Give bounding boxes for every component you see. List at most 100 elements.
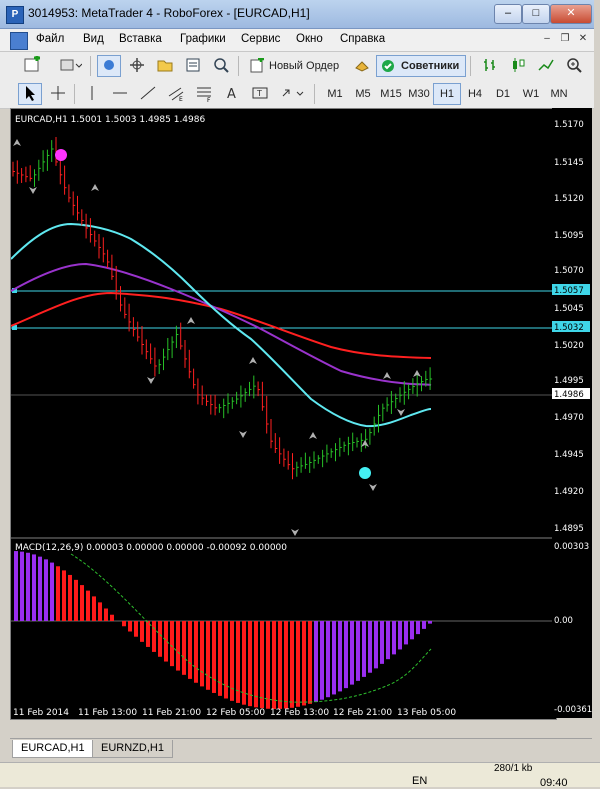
new-order-button[interactable]: Новый Ордер [246,55,348,77]
menu-window[interactable]: Окно [296,33,323,45]
menu-charts[interactable]: Графики [180,33,226,45]
mdi-close-icon[interactable]: ✕ [576,32,590,46]
menu-help[interactable]: Справка [340,33,385,45]
expert-advisors-button[interactable]: Советники [376,55,466,77]
vertical-line-icon[interactable] [80,83,104,105]
price-label: 1.5145 [554,158,584,168]
timeframe-m5[interactable]: M5 [348,83,378,105]
signal-dot-sell[interactable] [55,149,67,161]
timeframe-m1[interactable]: M1 [320,83,350,105]
navigator-folder-icon[interactable] [153,55,177,77]
bar-chart-icon[interactable] [478,55,502,77]
mdi-minimize-icon[interactable]: – [540,32,554,46]
fibonacci-icon[interactable]: F [192,83,216,105]
hline-upper-label: 1.5057 [554,286,584,296]
market-watch-button[interactable] [97,55,121,77]
strategy-tester-icon[interactable] [209,55,233,77]
crosshair-nav-icon[interactable] [125,55,149,77]
timeframe-w1[interactable]: W1 [517,83,545,105]
trendline-icon[interactable] [136,83,160,105]
timeframe-m30[interactable]: M30 [404,83,434,105]
mdi-restore-icon[interactable]: ❐ [558,32,572,46]
macd-bar [266,621,270,709]
price-label: 1.5020 [554,341,584,351]
ma-slow-line [10,291,432,359]
macd-bar [176,621,180,671]
signal-dot-buy[interactable] [359,467,371,479]
menu-tools[interactable]: Сервис [241,33,280,45]
app-icon: P [6,6,24,24]
maximize-button[interactable]: □ [522,4,550,24]
horizontal-line-icon[interactable] [108,83,132,105]
macd-bar [182,621,186,675]
macd-bar [200,621,204,687]
new-chart-button[interactable] [18,55,50,77]
fractal-markers [13,139,421,536]
candlestick-chart-icon[interactable] [506,55,530,77]
macd-bar [38,556,42,621]
timeframe-h1[interactable]: H1 [433,83,461,105]
chart-tabs: EURCAD,H1 EURNZD,H1 [10,738,592,759]
timeframe-m15[interactable]: M15 [376,83,406,105]
text-icon[interactable]: A [220,83,244,105]
time-label-2: 11 Feb 13:00 [78,708,137,718]
macd-bar [302,621,306,706]
macd-bar [122,621,126,627]
macd-bar [98,602,102,621]
macd-bar [194,621,198,683]
macd-bar [212,621,216,693]
menu-insert[interactable]: Вставка [119,33,162,45]
timeframe-h4[interactable]: H4 [461,83,489,105]
language-indicator[interactable]: EN [412,775,427,787]
chart-window[interactable]: EURCAD,H1 1.5001 1.5003 1.4985 1.4986 MA… [10,108,557,720]
line-chart-icon[interactable] [534,55,558,77]
chart-window-icon[interactable] [10,32,28,50]
time-label-6: 12 Feb 21:00 [333,708,392,718]
price-chart[interactable]: EURCAD,H1 1.5001 1.5003 1.4985 1.4986 MA… [10,109,556,719]
macd-bar [314,621,318,702]
history-center-icon[interactable] [350,55,374,77]
candles-group [12,137,433,480]
macd-bar [140,621,144,642]
macd-bar [344,621,348,689]
tab-eurcad[interactable]: EURCAD,H1 [12,740,94,758]
cursor-icon[interactable] [18,83,42,105]
macd-header: MACD(12,26,9) 0.00003 0.00000 0.00000 -0… [15,543,287,553]
macd-bar [428,621,432,624]
price-axis[interactable]: 1.5170 1.5145 1.5120 1.5095 1.5070 1.504… [552,108,592,718]
macd-bar [368,621,372,673]
zoom-in-icon[interactable] [562,55,586,77]
macd-zero-label: 0.00 [554,616,573,626]
hline-lower-label: 1.5032 [554,323,584,333]
close-button[interactable]: ✕ [550,4,592,24]
macd-bar [248,621,252,707]
macd-bar [146,621,150,647]
standard-toolbar: Новый Ордер Советники [0,52,594,81]
equidistant-channel-icon[interactable]: E [164,83,188,105]
macd-bar [128,621,132,632]
macd-bar [254,621,258,708]
svg-text:E: E [179,96,183,102]
tab-eurnzd[interactable]: EURNZD,H1 [92,740,173,758]
macd-bar [362,621,366,677]
crosshair-icon[interactable] [46,83,70,105]
minimize-button[interactable]: – [494,4,522,24]
macd-bar [326,621,330,698]
time-label-5: 12 Feb 13:00 [270,708,329,718]
macd-bar [278,621,282,709]
macd-bar [50,562,54,621]
profiles-button[interactable] [54,55,86,77]
terminal-icon[interactable] [181,55,205,77]
window-title: 3014953: MetaTrader 4 - RoboForex - [EUR… [28,6,310,20]
text-label-icon[interactable]: T [248,83,272,105]
macd-bar [26,552,30,621]
arrows-dropdown-icon[interactable] [276,83,308,105]
macd-bar [416,621,420,635]
menu-view[interactable]: Вид [83,33,104,45]
timeframe-d1[interactable]: D1 [489,83,517,105]
timeframe-mn[interactable]: MN [545,83,573,105]
macd-bar [374,621,378,669]
macd-bar [386,621,390,660]
menu-file[interactable]: Файл [36,33,64,45]
chart-header: EURCAD,H1 1.5001 1.5003 1.4985 1.4986 [15,115,205,125]
